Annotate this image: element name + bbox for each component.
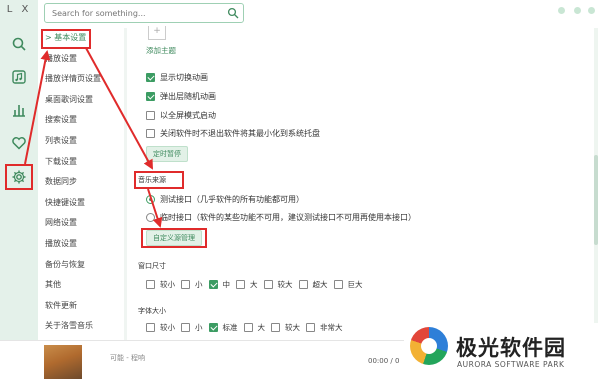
- annotation-arrows: [24, 47, 163, 228]
